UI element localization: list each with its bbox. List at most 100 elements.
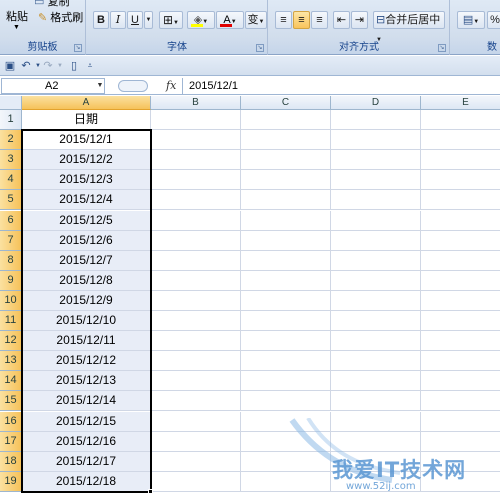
- row-header-14[interactable]: 14: [0, 371, 22, 392]
- cell-c4[interactable]: [241, 170, 331, 191]
- cell-a19[interactable]: 2015/12/18: [22, 471, 151, 492]
- cell-b5[interactable]: [151, 190, 241, 211]
- cell-c13[interactable]: [241, 351, 331, 372]
- cell-c7[interactable]: [241, 230, 331, 251]
- cell-d3[interactable]: [331, 150, 421, 171]
- align-right-button[interactable]: ≡: [311, 11, 328, 29]
- cell-c2[interactable]: [241, 130, 331, 151]
- format-painter-button[interactable]: ✎ 格式刷: [38, 11, 83, 25]
- cell-b7[interactable]: [151, 230, 241, 251]
- cell-c15[interactable]: [241, 391, 331, 412]
- alignment-launcher-icon[interactable]: ↘: [438, 44, 446, 52]
- font-color-button[interactable]: A▼: [216, 11, 244, 29]
- row-header-7[interactable]: 7: [0, 230, 22, 251]
- customize-toolbar-icon[interactable]: ⩡: [82, 58, 98, 74]
- align-center-button[interactable]: ≡: [293, 11, 310, 29]
- cell-b11[interactable]: [151, 311, 241, 332]
- column-header-e[interactable]: E: [421, 96, 500, 110]
- cell-e14[interactable]: [421, 371, 500, 392]
- cell-a11[interactable]: 2015/12/10: [22, 311, 151, 332]
- copy-button[interactable]: ▭ 复制: [34, 0, 69, 8]
- cell-a17[interactable]: 2015/12/16: [22, 431, 151, 452]
- cell-c6[interactable]: [241, 210, 331, 231]
- cell-d15[interactable]: [331, 391, 421, 412]
- cell-a14[interactable]: 2015/12/13: [22, 371, 151, 392]
- number-format-button[interactable]: ▤▼: [457, 11, 485, 29]
- cell-e4[interactable]: [421, 170, 500, 191]
- select-all-corner[interactable]: [0, 96, 22, 110]
- cell-c5[interactable]: [241, 190, 331, 211]
- column-header-c[interactable]: C: [241, 96, 331, 110]
- cell-b16[interactable]: [151, 411, 241, 432]
- name-box[interactable]: A2 ▼: [1, 78, 105, 94]
- fill-color-button[interactable]: ◈▼: [187, 11, 215, 29]
- cell-c8[interactable]: [241, 250, 331, 271]
- cell-d14[interactable]: [331, 371, 421, 392]
- row-header-3[interactable]: 3: [0, 150, 22, 171]
- underline-dropdown-icon[interactable]: ▼: [144, 11, 153, 29]
- row-header-19[interactable]: 19: [0, 471, 22, 492]
- cell-a2[interactable]: 2015/12/1: [22, 130, 151, 151]
- row-header-5[interactable]: 5: [0, 190, 22, 211]
- cell-c3[interactable]: [241, 150, 331, 171]
- cell-a18[interactable]: 2015/12/17: [22, 451, 151, 472]
- cell-d9[interactable]: [331, 270, 421, 291]
- cell-b14[interactable]: [151, 371, 241, 392]
- cell-b19[interactable]: [151, 471, 241, 492]
- cell-b9[interactable]: [151, 270, 241, 291]
- cell-e6[interactable]: [421, 211, 500, 231]
- italic-button[interactable]: I: [110, 11, 126, 29]
- cell-a6[interactable]: 2015/12/5: [22, 210, 151, 231]
- cell-b17[interactable]: [151, 431, 241, 452]
- cell-b4[interactable]: [151, 170, 241, 191]
- cell-c12[interactable]: [241, 331, 331, 352]
- cell-d13[interactable]: [331, 351, 421, 372]
- cell-d8[interactable]: [331, 250, 421, 271]
- cell-d2[interactable]: [331, 130, 421, 151]
- cell-e5[interactable]: [421, 190, 500, 211]
- bold-button[interactable]: B: [93, 11, 109, 29]
- row-header-18[interactable]: 18: [0, 451, 22, 472]
- formula-input[interactable]: 2015/12/1: [182, 78, 500, 94]
- row-header-13[interactable]: 13: [0, 351, 22, 372]
- cell-c11[interactable]: [241, 311, 331, 332]
- row-header-4[interactable]: 4: [0, 170, 22, 191]
- row-header-9[interactable]: 9: [0, 270, 22, 291]
- merge-center-button[interactable]: ⊟合并后居中 ▼: [373, 11, 445, 43]
- cell-e1[interactable]: [421, 110, 500, 131]
- cell-b10[interactable]: [151, 290, 241, 311]
- cell-c10[interactable]: [241, 290, 331, 311]
- cell-c14[interactable]: [241, 371, 331, 392]
- new-document-icon[interactable]: ▯: [66, 58, 82, 74]
- cell-e8[interactable]: [421, 251, 500, 271]
- cell-d10[interactable]: [331, 290, 421, 311]
- cell-e7[interactable]: [421, 231, 500, 251]
- cell-b13[interactable]: [151, 351, 241, 372]
- cell-e2[interactable]: [421, 130, 500, 151]
- cell-e12[interactable]: [421, 331, 500, 352]
- cell-e13[interactable]: [421, 351, 500, 372]
- row-header-2[interactable]: 2: [0, 130, 22, 151]
- cell-d5[interactable]: [331, 190, 421, 211]
- decrease-indent-button[interactable]: ⇤: [333, 11, 350, 29]
- cell-b15[interactable]: [151, 391, 241, 412]
- row-header-6[interactable]: 6: [0, 210, 22, 231]
- cell-e11[interactable]: [421, 311, 500, 332]
- cell-a8[interactable]: 2015/12/7: [22, 250, 151, 271]
- cell-b1[interactable]: [151, 110, 241, 131]
- column-header-d[interactable]: D: [331, 96, 421, 110]
- cell-b8[interactable]: [151, 250, 241, 271]
- column-header-b[interactable]: B: [151, 96, 241, 110]
- paste-button[interactable]: 粘贴 ▼: [4, 2, 30, 36]
- cell-a16[interactable]: 2015/12/15: [22, 411, 151, 432]
- cell-a9[interactable]: 2015/12/8: [22, 270, 151, 291]
- cell-b2[interactable]: [151, 130, 241, 151]
- percent-button[interactable]: %: [487, 11, 500, 29]
- row-header-17[interactable]: 17: [0, 431, 22, 452]
- cell-e3[interactable]: [421, 150, 500, 171]
- cell-a15[interactable]: 2015/12/14: [22, 391, 151, 412]
- font-launcher-icon[interactable]: ↘: [256, 44, 264, 52]
- cell-b12[interactable]: [151, 331, 241, 352]
- cell-d11[interactable]: [331, 311, 421, 332]
- formula-bar-resize-handle[interactable]: [118, 80, 148, 92]
